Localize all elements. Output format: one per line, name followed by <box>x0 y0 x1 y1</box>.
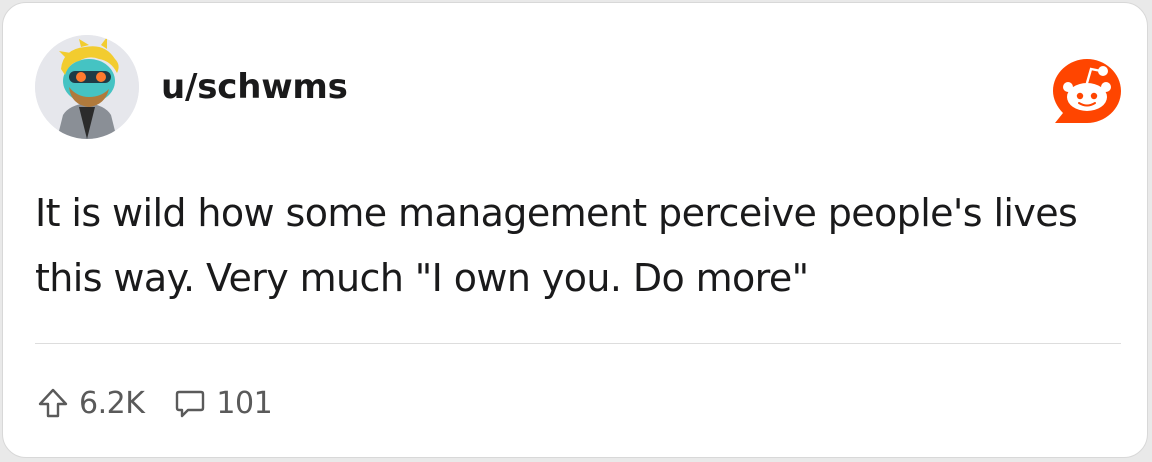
comment-bubble-icon <box>176 390 205 418</box>
comments-button[interactable]: 101 <box>172 385 273 421</box>
divider <box>35 343 1121 344</box>
upvote-count: 6.2K <box>79 385 145 421</box>
reddit-logo-icon <box>1049 53 1125 129</box>
post-stats: 6.2K 101 <box>35 381 273 425</box>
upvote-button[interactable]: 6.2K <box>35 385 145 421</box>
upvote-arrow-icon <box>38 388 68 418</box>
post-body-text: It is wild how some management perceive … <box>35 191 1078 300</box>
post-username[interactable]: u/schwms <box>161 67 348 107</box>
comment-count: 101 <box>216 385 273 421</box>
user-avatar[interactable] <box>35 35 139 139</box>
post-card: u/schwms It is wild how some management … <box>2 2 1148 458</box>
avatar-icon <box>35 35 139 139</box>
